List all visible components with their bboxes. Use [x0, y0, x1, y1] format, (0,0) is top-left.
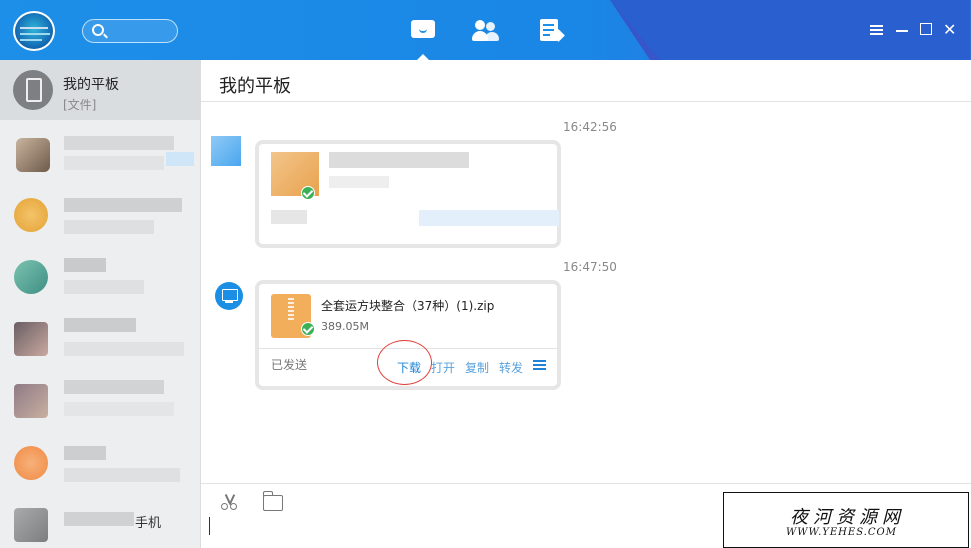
blurred-size	[329, 176, 389, 188]
blurred-preview	[64, 468, 180, 482]
avatar	[14, 384, 48, 418]
contacts-icon[interactable]	[471, 18, 501, 44]
conversation-item-tablet[interactable]: 我的平板 [文件]	[0, 60, 200, 120]
blurred-preview	[64, 280, 144, 294]
blurred-name	[64, 318, 136, 332]
conversation-item[interactable]	[0, 252, 200, 312]
conversation-item[interactable]	[0, 314, 200, 374]
scissors-icon[interactable]	[221, 494, 243, 512]
sender-avatar	[211, 136, 241, 166]
send-status: 已发送	[271, 358, 308, 372]
chat-title: 我的平板	[219, 76, 291, 97]
forward-button[interactable]: 转发	[499, 359, 523, 376]
avatar	[14, 322, 48, 356]
blurred-name	[64, 258, 106, 272]
file-name: 全套运方块整合（37种）(1).zip	[321, 299, 495, 313]
computer-icon	[215, 282, 243, 310]
blurred-preview	[64, 342, 184, 356]
title-bar: ✕	[0, 0, 971, 60]
maximize-icon[interactable]	[920, 23, 932, 35]
avatar	[14, 198, 48, 232]
minimize-icon[interactable]	[896, 23, 910, 37]
avatar	[14, 260, 48, 294]
highlight-circle	[377, 340, 432, 385]
user-avatar[interactable]	[13, 11, 55, 51]
blurred-preview	[64, 402, 174, 416]
conversation-item[interactable]	[0, 190, 200, 250]
folder-icon[interactable]	[262, 491, 283, 511]
blurred-name	[64, 136, 174, 150]
chat-panel: 我的平板 16:42:56 16:47:50 全套运方块整合（37种）(1).z…	[201, 60, 971, 548]
conversation-item[interactable]	[0, 376, 200, 436]
conversation-item[interactable]	[0, 124, 200, 184]
close-icon[interactable]: ✕	[943, 22, 957, 38]
conversation-list: 我的平板 [文件] 手机	[0, 60, 201, 548]
blurred-status	[271, 210, 307, 224]
message-card[interactable]	[255, 140, 561, 248]
conversation-item[interactable]	[0, 438, 200, 498]
watermark-url: WWW.YEHES.COM	[786, 527, 897, 538]
blurred-name	[64, 446, 106, 460]
check-icon	[301, 186, 315, 200]
copy-button[interactable]: 复制	[465, 359, 489, 376]
title-bar-decoration	[610, 0, 970, 60]
blurred-actions	[419, 210, 559, 226]
conversation-subtitle: [文件]	[63, 98, 97, 112]
blurred-badge	[166, 152, 194, 166]
blurred-name	[64, 198, 182, 212]
search-icon	[92, 24, 104, 36]
blurred-name	[64, 512, 134, 526]
chat-icon[interactable]	[408, 18, 438, 44]
file-size: 389.05M	[321, 320, 369, 333]
divider	[201, 101, 971, 102]
timestamp: 16:42:56	[563, 120, 617, 134]
tablet-icon	[13, 70, 53, 110]
menu-icon[interactable]	[870, 23, 884, 37]
avatar	[16, 138, 50, 172]
watermark: 夜河资源网 WWW.YEHES.COM	[723, 492, 969, 548]
notes-icon[interactable]	[537, 18, 567, 44]
more-menu-icon[interactable]	[533, 360, 546, 371]
search-box[interactable]	[82, 19, 178, 43]
message-input[interactable]	[209, 517, 210, 535]
conversation-name-partial: 手机	[135, 516, 162, 531]
conversation-item[interactable]	[0, 500, 200, 548]
divider	[201, 483, 971, 484]
timestamp: 16:47:50	[563, 260, 617, 274]
watermark-title: 夜河资源网	[790, 507, 905, 528]
check-icon	[301, 322, 315, 336]
avatar	[14, 508, 48, 542]
avatar	[14, 446, 48, 480]
blurred-preview	[64, 156, 164, 170]
blurred-filename	[329, 152, 469, 168]
conversation-name: 我的平板	[63, 77, 119, 93]
blurred-name	[64, 380, 164, 394]
open-button[interactable]: 打开	[431, 359, 455, 376]
blurred-preview	[64, 220, 154, 234]
